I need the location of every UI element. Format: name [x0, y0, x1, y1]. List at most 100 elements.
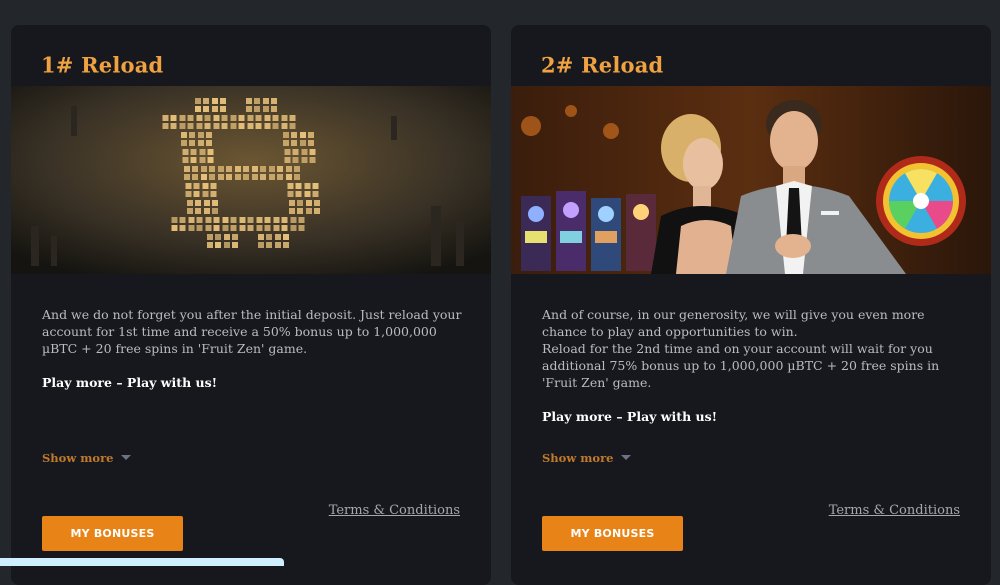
bitcoin-dot — [293, 149, 299, 155]
bitcoin-dot — [189, 217, 195, 223]
bitcoin-dot — [285, 157, 291, 163]
bitcoin-dot — [289, 200, 295, 206]
bitcoin-dot — [252, 174, 258, 180]
bitcoin-dot — [252, 166, 258, 172]
bitcoin-dot — [291, 217, 297, 223]
bitcoin-dot — [218, 174, 224, 180]
bitcoin-dot — [282, 115, 288, 121]
call-to-action: Play more – Play with us! — [42, 374, 472, 391]
bitcoin-dot — [293, 157, 299, 163]
bitcoin-dot — [184, 166, 190, 172]
bitcoin-dot — [302, 149, 308, 155]
my-bonuses-button[interactable]: MY BONUSES — [42, 516, 183, 551]
bitcoin-dot — [189, 132, 195, 138]
bitcoin-dot — [201, 174, 207, 180]
bitcoin-dot — [273, 115, 279, 121]
bitcoin-dot — [231, 225, 237, 231]
bitcoin-dot — [187, 200, 193, 206]
bitcoin-dot — [180, 217, 186, 223]
bitcoin-dot — [224, 242, 230, 248]
show-more-toggle[interactable]: Show more — [542, 451, 631, 463]
bitcoin-dot — [201, 166, 207, 172]
bitcoin-dot — [194, 183, 200, 189]
bitcoin-dot — [286, 166, 292, 172]
bitcoin-dot — [197, 115, 203, 121]
bitcoin-dot — [205, 123, 211, 129]
bitcoin-dot — [211, 183, 217, 189]
bitcoin-dot — [288, 191, 294, 197]
bitcoin-dot — [296, 191, 302, 197]
bitcoin-dot — [294, 174, 300, 180]
bitcoin-dot — [186, 183, 192, 189]
bitcoin-dot — [197, 225, 203, 231]
bitcoin-dot — [305, 191, 311, 197]
bitcoin-dot — [256, 115, 262, 121]
bitcoin-dot — [286, 174, 292, 180]
bitcoin-dot — [207, 242, 213, 248]
bitcoin-dot — [277, 166, 283, 172]
bitcoin-dot — [235, 166, 241, 172]
bitcoin-dot — [212, 208, 218, 214]
bitcoin-dot — [248, 217, 254, 223]
bitcoin-dot — [203, 191, 209, 197]
bonus-description: And we do not forget you after the initi… — [42, 306, 472, 391]
bitcoin-dot — [285, 149, 291, 155]
bitcoin-dot — [214, 115, 220, 121]
bitcoin-dot — [274, 217, 280, 223]
bitcoin-dot — [248, 225, 254, 231]
show-more-label: Show more — [542, 451, 613, 463]
bitcoin-dot — [291, 140, 297, 146]
bonus-card-1: 1# Reload And we do not forget you after… — [11, 25, 491, 585]
bitcoin-dot — [265, 217, 271, 223]
bitcoin-dot — [306, 200, 312, 206]
casino-couple-image — [511, 86, 991, 274]
bitcoin-dot — [246, 98, 252, 104]
bitcoin-dot — [243, 166, 249, 172]
bitcoin-dot — [288, 183, 294, 189]
bitcoin-dot — [214, 123, 220, 129]
terms-link[interactable]: Terms & Conditions — [829, 503, 960, 518]
bitcoin-dot — [263, 106, 269, 112]
bitcoin-dot — [208, 149, 214, 155]
card-title: 2# Reload — [541, 53, 663, 78]
bitcoin-dot — [235, 174, 241, 180]
bitcoin-dot — [254, 106, 260, 112]
bitcoin-dot — [305, 183, 311, 189]
bitcoin-dot — [231, 115, 237, 121]
bitcoin-dot — [206, 225, 212, 231]
bitcoin-dot — [306, 208, 312, 214]
bitcoin-dot — [215, 242, 221, 248]
bitcoin-dot — [289, 208, 295, 214]
bitcoin-dot — [223, 225, 229, 231]
bitcoin-dot — [187, 208, 193, 214]
bitcoin-dot — [197, 217, 203, 223]
bitcoin-dot — [256, 123, 262, 129]
bitcoin-dot — [226, 174, 232, 180]
bitcoin-dot — [189, 225, 195, 231]
bitcoin-dot — [226, 166, 232, 172]
bitcoin-dot — [314, 200, 320, 206]
bitcoin-dot — [163, 123, 169, 129]
bitcoin-dot — [220, 106, 226, 112]
chevron-down-icon — [621, 455, 631, 460]
bitcoin-dot — [172, 225, 178, 231]
bitcoin-dot — [265, 225, 271, 231]
bitcoin-dot — [232, 234, 238, 240]
bitcoin-dot — [294, 166, 300, 172]
bitcoin-dot — [194, 191, 200, 197]
bitcoin-dot — [297, 208, 303, 214]
bitcoin-dot — [206, 140, 212, 146]
bitcoin-dot — [204, 200, 210, 206]
bitcoin-dot — [299, 225, 305, 231]
terms-link[interactable]: Terms & Conditions — [329, 503, 460, 518]
bitcoin-dot — [275, 242, 281, 248]
bitcoin-dot — [269, 166, 275, 172]
my-bonuses-button[interactable]: MY BONUSES — [542, 516, 683, 551]
bitcoin-dot — [200, 157, 206, 163]
bitcoin-dot — [263, 98, 269, 104]
show-more-toggle[interactable]: Show more — [42, 451, 131, 463]
bitcoin-dot — [257, 225, 263, 231]
bitcoin-dot — [239, 123, 245, 129]
bitcoin-dot — [291, 225, 297, 231]
bitcoin-dot — [243, 174, 249, 180]
